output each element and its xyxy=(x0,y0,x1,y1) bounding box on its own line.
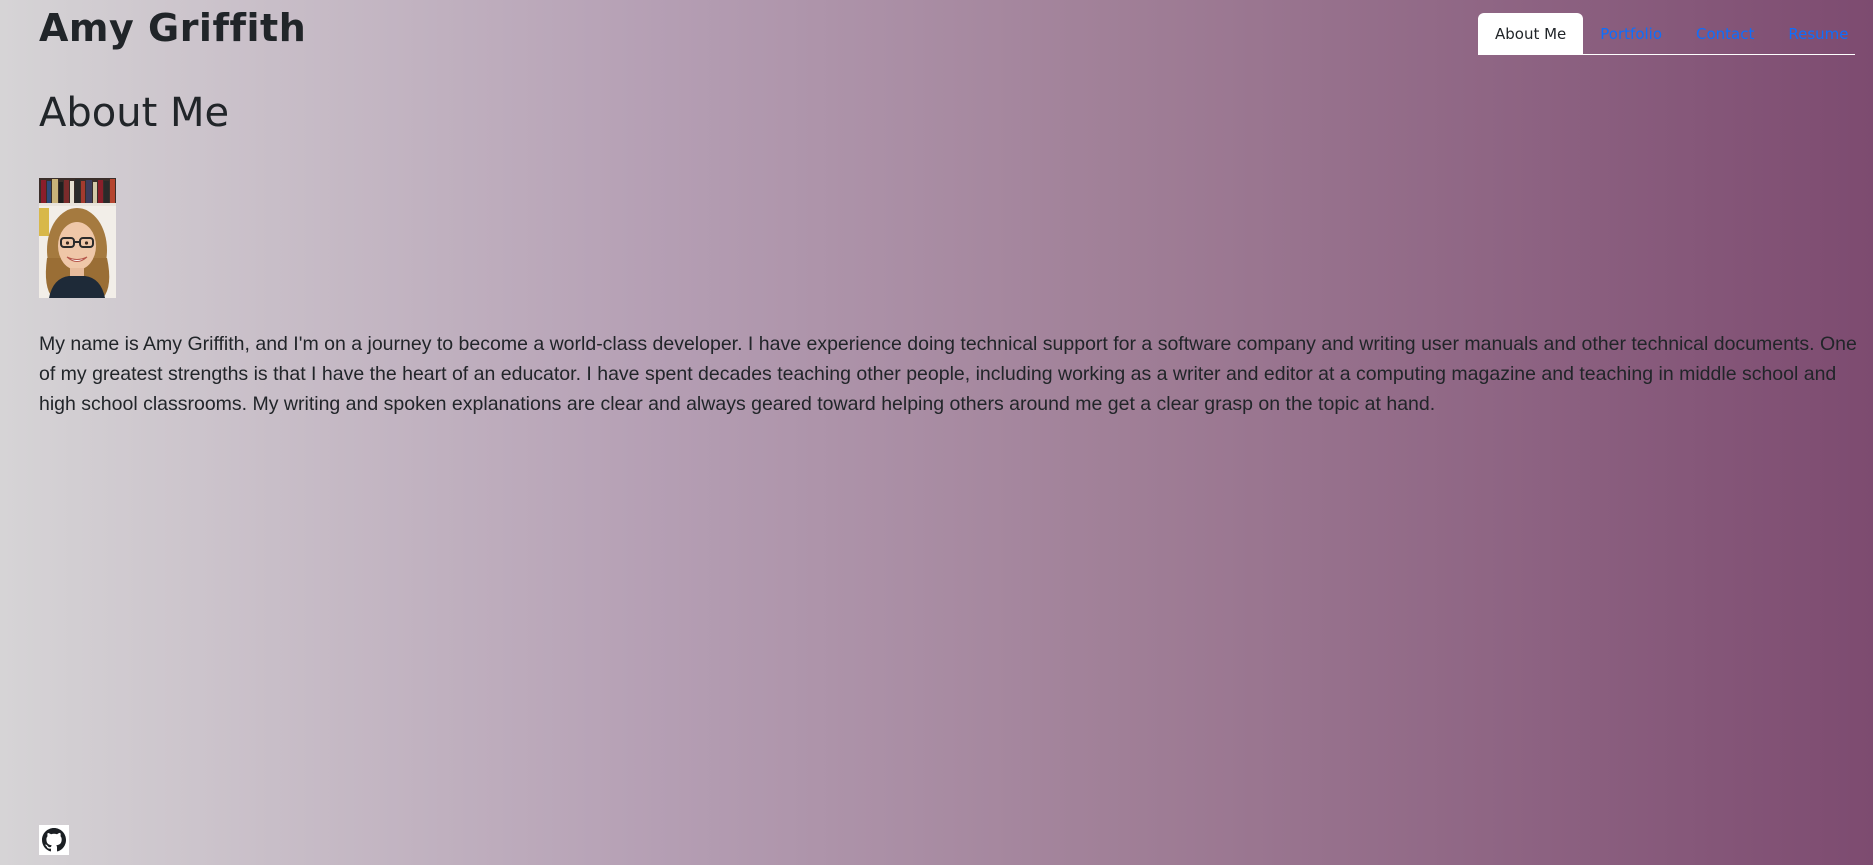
tab-contact[interactable]: Contact xyxy=(1679,13,1771,54)
profile-photo xyxy=(39,178,116,298)
tab-about-me[interactable]: About Me xyxy=(1478,13,1584,54)
page-title: About Me xyxy=(39,90,230,136)
site-title: Amy Griffith xyxy=(39,6,307,50)
tab-portfolio[interactable]: Portfolio xyxy=(1583,13,1679,54)
nav-tabs: About Me Portfolio Contact Resume xyxy=(1478,13,1855,55)
github-icon xyxy=(42,828,66,852)
github-link[interactable] xyxy=(39,825,69,855)
bio-paragraph: My name is Amy Griffith, and I'm on a jo… xyxy=(39,333,1857,415)
tab-resume[interactable]: Resume xyxy=(1771,13,1865,54)
